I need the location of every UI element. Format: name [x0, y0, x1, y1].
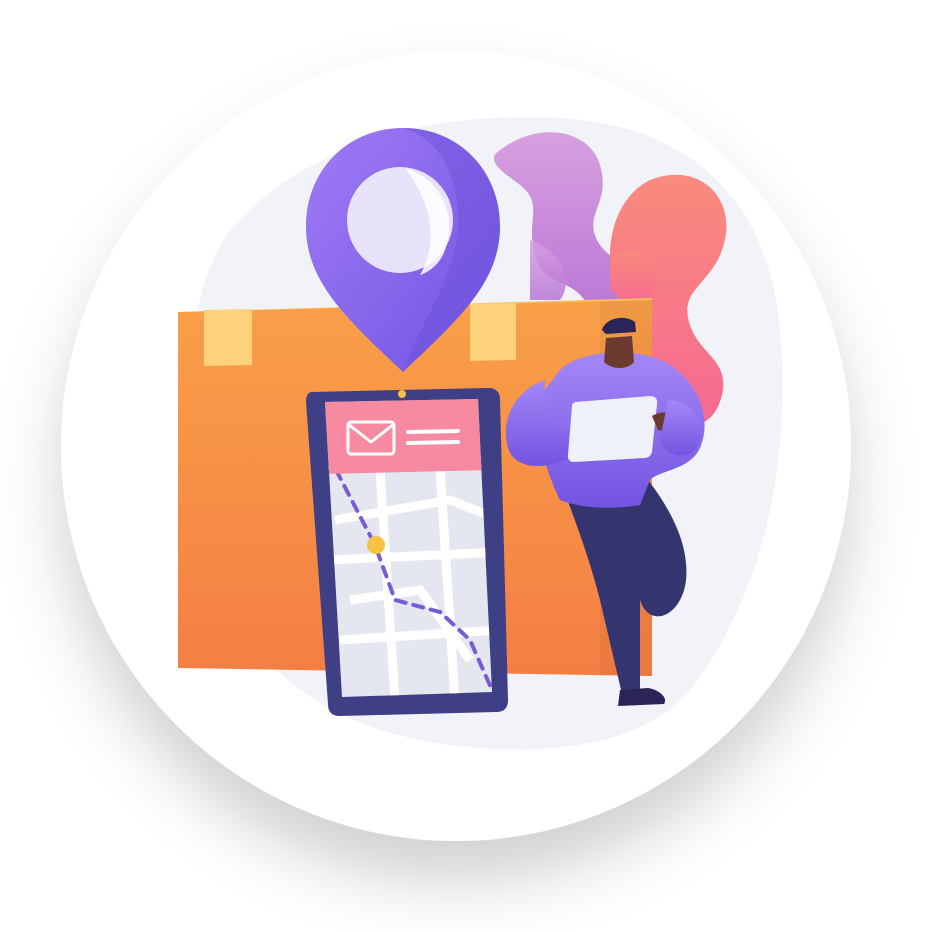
map-marker-icon [367, 536, 385, 554]
tablet [567, 396, 658, 462]
illustration-stage [0, 0, 932, 932]
delivery-tracking-illustration [61, 51, 851, 841]
phone-camera [398, 390, 406, 398]
phone-header [325, 399, 492, 474]
smartphone [306, 388, 508, 716]
box-tape-left [204, 309, 252, 366]
box-tape-right [470, 303, 516, 361]
